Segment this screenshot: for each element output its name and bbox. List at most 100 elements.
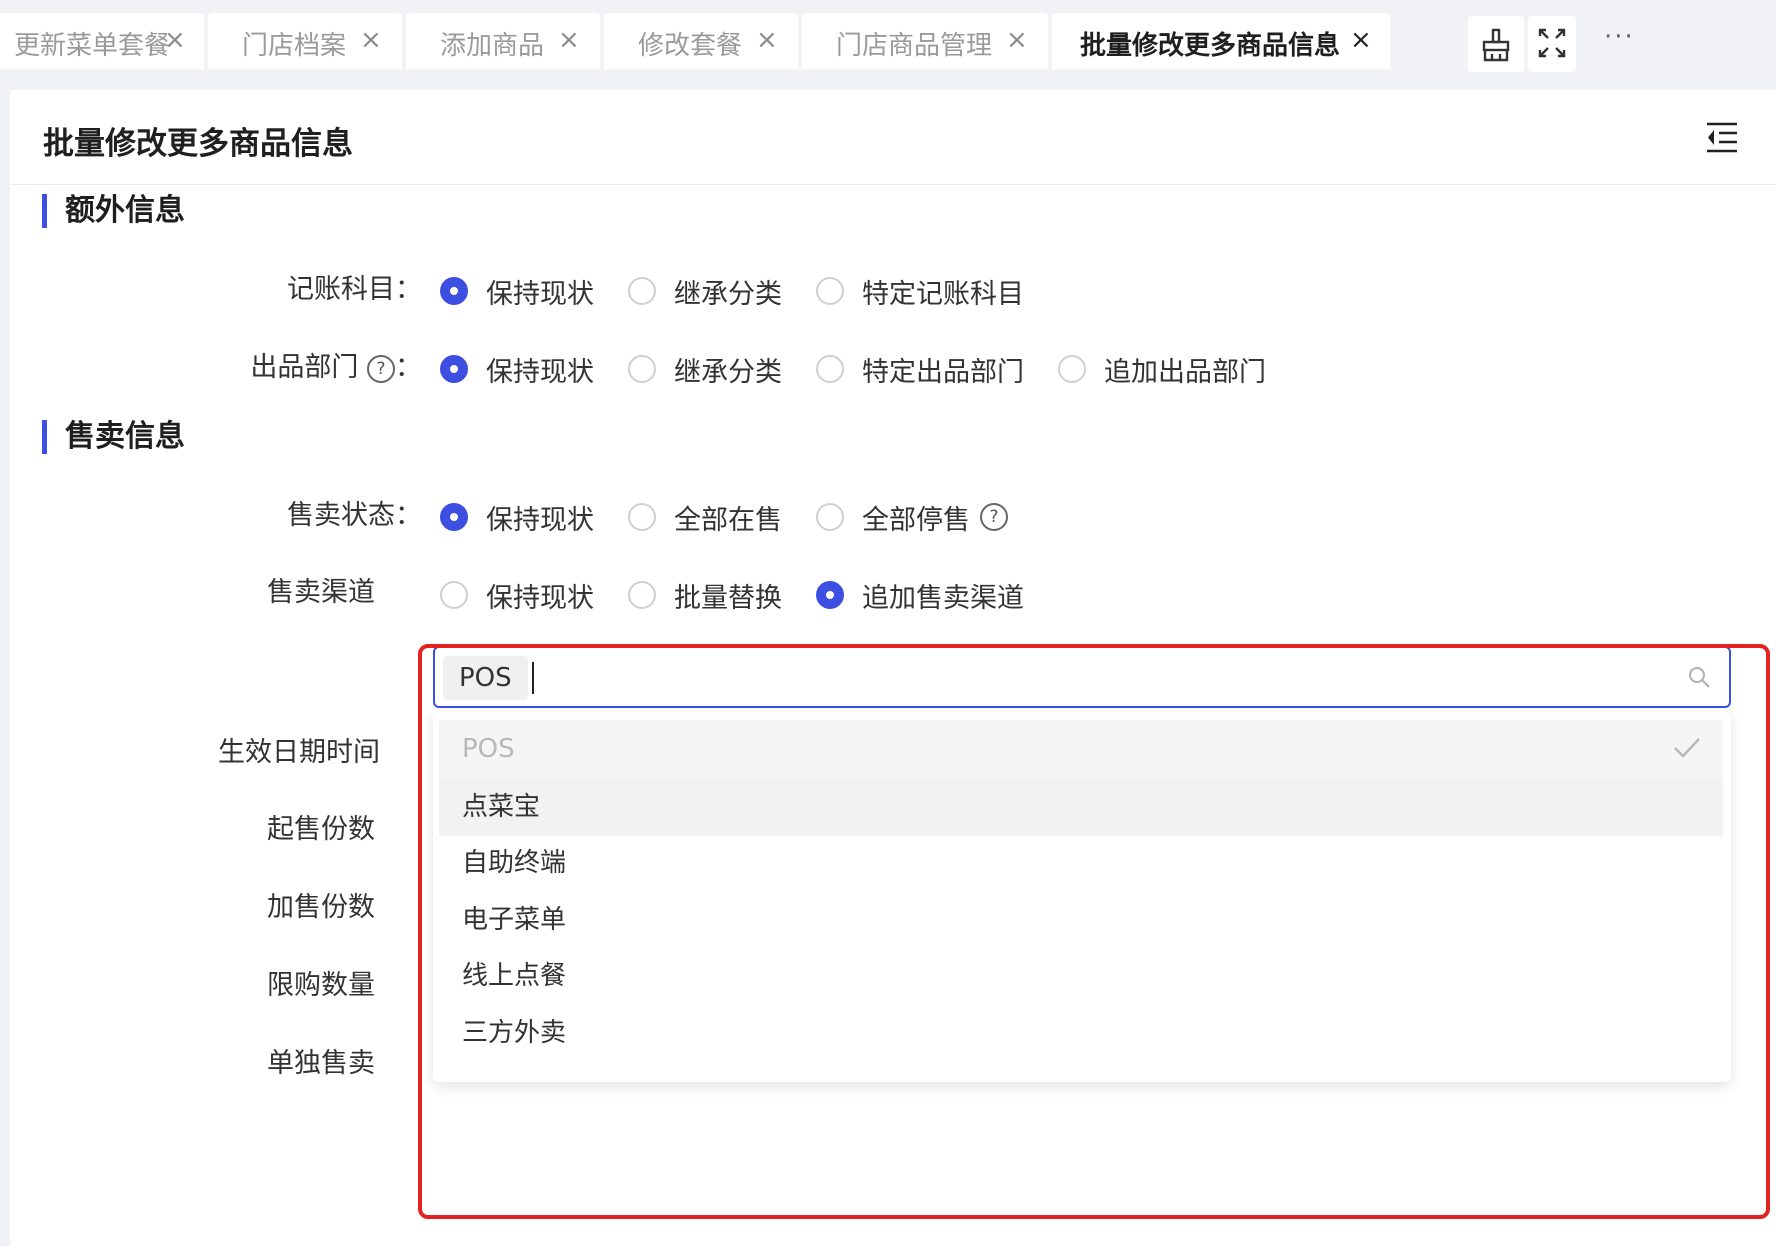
fullscreen-button[interactable] bbox=[1528, 16, 1576, 72]
radio-dot[interactable] bbox=[440, 277, 468, 305]
option-label: 点菜宝 bbox=[462, 792, 541, 822]
text-cursor bbox=[532, 662, 534, 694]
radio-label: 批量替换 bbox=[674, 582, 782, 614]
dropdown-option-online-order[interactable]: 线上点餐 bbox=[439, 947, 1723, 1005]
option-label: 线上点餐 bbox=[462, 961, 567, 991]
radio-inherit-category[interactable]: 继承分类 bbox=[628, 350, 782, 389]
tab-label: 更新菜单套餐 bbox=[14, 31, 171, 61]
radio-label: 保持现状 bbox=[486, 278, 594, 310]
radio-label: 继承分类 bbox=[674, 278, 782, 310]
option-label: 自助终端 bbox=[462, 848, 567, 878]
radio-label: 保持现状 bbox=[486, 582, 594, 614]
tab-label: 添加商品 bbox=[440, 31, 545, 61]
tab-label: 门店档案 bbox=[242, 31, 347, 61]
option-label: 电子菜单 bbox=[462, 905, 567, 935]
header-divider bbox=[10, 184, 1776, 185]
radio-keep-current[interactable]: 保持现状 bbox=[440, 272, 594, 311]
radio-label: 追加出品部门 bbox=[1104, 356, 1266, 388]
collapse-menu-icon[interactable] bbox=[1705, 120, 1739, 154]
radio-specific-dept[interactable]: 特定出品部门 bbox=[816, 350, 1024, 389]
dropdown-option-diancaibao[interactable]: 点菜宝 bbox=[439, 778, 1723, 836]
dept-label-text: 出品部门 bbox=[250, 352, 359, 383]
radio-label: 追加售卖渠道 bbox=[862, 582, 1024, 614]
tab-label: 门店商品管理 bbox=[836, 31, 993, 61]
radio-dot[interactable] bbox=[628, 355, 656, 383]
radio-label: 特定记账科目 bbox=[862, 278, 1024, 310]
dropdown-option-third-party-delivery[interactable]: 三方外卖 bbox=[439, 1004, 1723, 1062]
radio-label: 保持现状 bbox=[486, 504, 594, 536]
radio-label: 全部在售 bbox=[674, 504, 782, 536]
check-icon bbox=[1674, 738, 1700, 758]
radio-batch-replace[interactable]: 批量替换 bbox=[628, 576, 782, 615]
radio-all-on-sale[interactable]: 全部在售 bbox=[628, 498, 782, 537]
dropdown-option-e-menu[interactable]: 电子菜单 bbox=[439, 891, 1723, 949]
radio-append-dept[interactable]: 追加出品部门 bbox=[1058, 350, 1266, 389]
dept-label-colon: ： bbox=[395, 352, 422, 383]
radio-label: 特定出品部门 bbox=[862, 356, 1024, 388]
dropdown-option-pos[interactable]: POS bbox=[439, 720, 1723, 778]
radio-inherit-category[interactable]: 继承分类 bbox=[628, 272, 782, 311]
tab-close-icon[interactable]: × bbox=[1006, 25, 1028, 55]
dropdown-option-self-service-terminal[interactable]: 自助终端 bbox=[439, 834, 1723, 892]
radio-dot[interactable] bbox=[440, 503, 468, 531]
radio-dot[interactable] bbox=[816, 503, 844, 531]
add-qty-label: 加售份数 bbox=[267, 892, 375, 923]
sale-channel-dropdown: POS 点菜宝 自助终端 电子菜单 线上点餐 三方外卖 bbox=[433, 712, 1731, 1082]
sale-channel-select[interactable]: POS bbox=[433, 646, 1731, 708]
radio-append-channel[interactable]: 追加售卖渠道 bbox=[816, 576, 1024, 615]
radio-dot[interactable] bbox=[1058, 355, 1086, 383]
radio-specific-account[interactable]: 特定记账科目 bbox=[816, 272, 1024, 311]
tab-add-product[interactable]: 添加商品 × bbox=[406, 13, 600, 69]
radio-keep-current[interactable]: 保持现状 bbox=[440, 576, 594, 615]
radio-label: 全部停售 bbox=[862, 504, 970, 536]
radio-keep-current[interactable]: 保持现状 bbox=[440, 350, 594, 389]
tab-store-archive[interactable]: 门店档案 × bbox=[208, 13, 402, 69]
sale-channel-radio-group: 保持现状 批量替换 追加售卖渠道 bbox=[440, 576, 1058, 615]
sale-channel-label: 售卖渠道 bbox=[267, 577, 375, 608]
tab-more-button[interactable]: ··· bbox=[1604, 22, 1635, 52]
section-title-extra-info: 额外信息 bbox=[42, 194, 185, 228]
help-icon[interactable]: ? bbox=[980, 503, 1008, 531]
section-title-sales-info: 售卖信息 bbox=[42, 420, 185, 454]
accounting-label: 记账科目： bbox=[287, 274, 422, 305]
tab-close-icon[interactable]: × bbox=[360, 25, 382, 55]
radio-label: 保持现状 bbox=[486, 356, 594, 388]
tab-label: 批量修改更多商品信息 bbox=[1080, 31, 1341, 61]
dept-radio-group: 保持现状 继承分类 特定出品部门 追加出品部门 bbox=[440, 350, 1300, 389]
option-label: 三方外卖 bbox=[462, 1018, 567, 1048]
tab-close-icon[interactable]: × bbox=[558, 25, 580, 55]
accounting-radio-group: 保持现状 继承分类 特定记账科目 bbox=[440, 272, 1058, 311]
tab-batch-edit-product-info[interactable]: 批量修改更多商品信息 × bbox=[1052, 13, 1390, 69]
dept-label: 出品部门 ?： bbox=[250, 351, 422, 385]
help-icon[interactable]: ? bbox=[367, 354, 395, 383]
effective-time-label: 生效日期时间 bbox=[218, 737, 380, 768]
radio-dot[interactable] bbox=[440, 581, 468, 609]
page-title: 批量修改更多商品信息 bbox=[43, 126, 353, 162]
expand-icon bbox=[1538, 28, 1566, 58]
radio-dot[interactable] bbox=[816, 277, 844, 305]
limit-qty-label: 限购数量 bbox=[267, 970, 375, 1001]
tab-close-icon[interactable]: × bbox=[756, 25, 778, 55]
tab-bar: 更新菜单套餐 × 门店档案 × 添加商品 × 修改套餐 × 门店商品管理 × 批… bbox=[0, 0, 1776, 90]
radio-keep-current[interactable]: 保持现状 bbox=[440, 498, 594, 537]
single-sale-label: 单独售卖 bbox=[267, 1048, 375, 1079]
tab-edit-package[interactable]: 修改套餐 × bbox=[604, 13, 798, 69]
tab-update-menu-package[interactable]: 更新菜单套餐 × bbox=[0, 13, 204, 69]
radio-dot[interactable] bbox=[628, 277, 656, 305]
tab-close-icon[interactable]: × bbox=[1350, 25, 1372, 55]
radio-dot[interactable] bbox=[816, 355, 844, 383]
tab-store-product-management[interactable]: 门店商品管理 × bbox=[802, 13, 1048, 69]
tab-close-icon[interactable]: × bbox=[164, 25, 186, 55]
selected-tag-pos[interactable]: POS bbox=[443, 656, 528, 700]
radio-dot[interactable] bbox=[816, 581, 844, 609]
radio-dot[interactable] bbox=[628, 581, 656, 609]
sale-status-label: 售卖状态： bbox=[287, 500, 422, 531]
radio-label: 继承分类 bbox=[674, 356, 782, 388]
sale-status-radio-group: 保持现状 全部在售 全部停售? bbox=[440, 498, 1042, 537]
radio-all-off-sale[interactable]: 全部停售? bbox=[816, 498, 1008, 537]
search-icon bbox=[1689, 667, 1710, 688]
radio-dot[interactable] bbox=[440, 355, 468, 383]
radio-dot[interactable] bbox=[628, 503, 656, 531]
min-qty-label: 起售份数 bbox=[267, 814, 375, 845]
clear-tabs-button[interactable] bbox=[1468, 16, 1524, 72]
